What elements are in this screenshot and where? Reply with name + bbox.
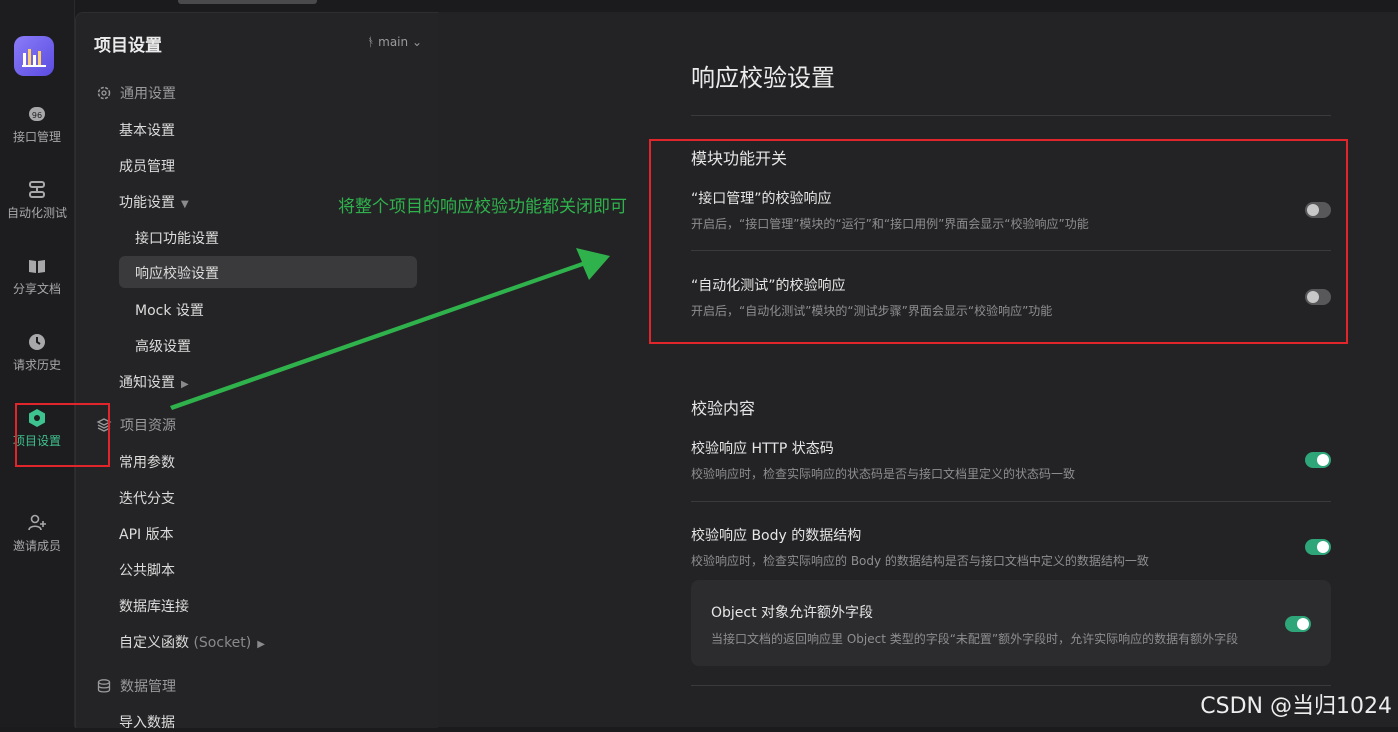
menu-basic-settings[interactable]: 基本设置 <box>119 120 175 140</box>
nav-share-docs[interactable]: 分享文档 <box>0 256 74 297</box>
toggle-http-status-validation[interactable] <box>1305 452 1331 468</box>
menu-custom-functions[interactable]: 自定义函数 (Socket) ▶ <box>119 632 265 652</box>
nav-label: 邀请成员 <box>12 539 61 553</box>
toggle-knob <box>1297 618 1309 630</box>
section-label: 通用设置 <box>120 86 176 102</box>
nav-invite-members[interactable]: 邀请成员 <box>0 513 74 554</box>
settings-nav-panel: 项目设置 ᚬ main ⌄ 通用设置 基本设置 成员管理 功能设置 ▼ 接口功能设… <box>75 12 438 731</box>
menu-feature-settings[interactable]: 功能设置 ▼ <box>119 192 189 212</box>
book-icon <box>29 260 45 273</box>
toggle-knob <box>1317 541 1329 553</box>
caret-down-icon: ▼ <box>181 199 189 210</box>
nav-label: 接口管理 <box>12 130 61 144</box>
caret-right-icon: ▶ <box>181 379 189 390</box>
toggle-object-extra-fields[interactable] <box>1285 616 1311 632</box>
menu-common-params[interactable]: 常用参数 <box>119 452 175 472</box>
menu-api-version[interactable]: API 版本 <box>119 524 174 544</box>
watermark: CSDN @当归1024 <box>1200 694 1392 719</box>
option-title: 校验响应 HTTP 状态码 <box>691 441 834 457</box>
highlight-box-module-switch <box>649 139 1348 344</box>
menu-label: 响应校验设置 <box>135 266 219 282</box>
caret-right-icon: ▶ <box>257 639 265 650</box>
menu-member-management[interactable]: 成员管理 <box>119 156 175 176</box>
section-data: 数据管理 <box>96 676 176 696</box>
nav-api-management[interactable]: 96 接口管理 <box>0 104 74 145</box>
page-title: 响应校验设置 <box>691 64 835 92</box>
app-nav-bar: 96 接口管理 自动化测试 分享文档 请求历史 项目设置 邀请成员 <box>0 0 75 727</box>
window-tab-strip <box>178 0 317 4</box>
automation-icon <box>29 181 45 198</box>
nav-label: 请求历史 <box>12 358 61 372</box>
chevron-down-icon: ⌄ <box>411 35 422 49</box>
branch-name: main <box>378 35 409 49</box>
section-label: 项目资源 <box>120 418 176 434</box>
menu-public-scripts[interactable]: 公共脚本 <box>119 560 175 580</box>
menu-label: 功能设置 <box>119 195 175 211</box>
menu-notification-settings[interactable]: 通知设置 ▶ <box>119 372 189 392</box>
toggle-body-structure-validation[interactable] <box>1305 539 1331 555</box>
database-icon <box>97 679 111 693</box>
menu-db-connection[interactable]: 数据库连接 <box>119 596 189 616</box>
gear-icon <box>97 86 111 100</box>
menu-advanced-settings[interactable]: 高级设置 <box>135 336 191 356</box>
branch-selector[interactable]: ᚬ main ⌄ <box>367 35 422 49</box>
add-user-icon <box>28 514 46 531</box>
option-title: 校验响应 Body 的数据结构 <box>691 528 862 544</box>
branch-icon: ᚬ <box>367 35 375 49</box>
nav-label: 自动化测试 <box>6 206 67 220</box>
panel-title: 项目设置 <box>94 36 162 56</box>
divider <box>691 501 1331 502</box>
menu-label: 通知设置 <box>119 375 175 391</box>
annotation-text: 将整个项目的响应校验功能都关闭即可 <box>338 197 627 217</box>
menu-label: 自定义函数 <box>119 635 189 651</box>
section-label: 数据管理 <box>120 679 176 695</box>
svg-text:96: 96 <box>32 111 42 120</box>
option-desc: 校验响应时，检查实际响应的状态码是否与接口文档里定义的状态码一致 <box>691 467 1076 481</box>
menu-import-data[interactable]: 导入数据 <box>119 712 175 732</box>
divider <box>691 685 1331 686</box>
nav-request-history[interactable]: 请求历史 <box>0 332 74 373</box>
option-title: Object 对象允许额外字段 <box>711 605 874 621</box>
app-logo[interactable] <box>14 36 54 76</box>
highlight-box-project-settings <box>15 403 110 467</box>
option-desc: 当接口文档的返回响应里 Object 类型的字段“未配置”额外字段时，允许实际响… <box>711 632 1239 646</box>
menu-iteration-branch[interactable]: 迭代分支 <box>119 488 175 508</box>
menu-mock-settings[interactable]: Mock 设置 <box>135 300 204 320</box>
menu-api-feature-settings[interactable]: 接口功能设置 <box>135 228 219 248</box>
menu-label-suffix: (Socket) <box>193 635 252 651</box>
clock-icon <box>29 334 45 350</box>
section-heading-validation-content: 校验内容 <box>691 399 756 418</box>
api-icon: 96 <box>29 107 45 121</box>
nav-automation[interactable]: 自动化测试 <box>0 180 74 221</box>
nav-label: 分享文档 <box>12 282 61 296</box>
sub-option-box: Object 对象允许额外字段 当接口文档的返回响应里 Object 类型的字段… <box>691 580 1331 666</box>
option-desc: 校验响应时，检查实际响应的 Body 的数据结构是否与接口文档中定义的数据结构一… <box>691 554 1149 568</box>
chart-logo-icon <box>22 49 46 67</box>
divider <box>691 115 1331 116</box>
section-general: 通用设置 <box>96 83 176 103</box>
menu-response-validation-settings[interactable]: 响应校验设置 <box>119 256 417 288</box>
toggle-knob <box>1317 454 1329 466</box>
main-content: 响应校验设置 模块功能开关 “接口管理”的校验响应 开启后，“接口管理”模块的“… <box>438 12 1398 727</box>
